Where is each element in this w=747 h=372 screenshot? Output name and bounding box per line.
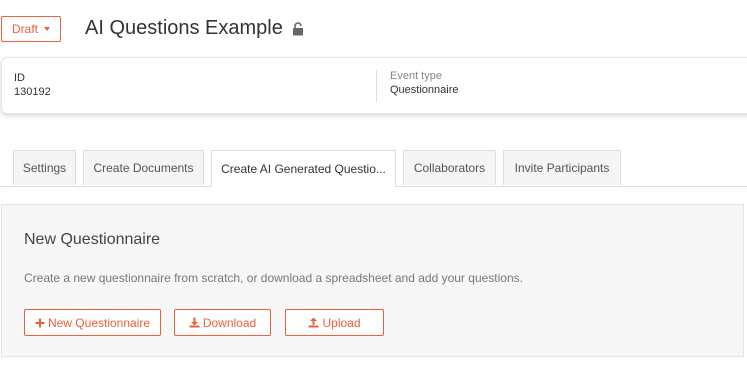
tab-create-documents[interactable]: Create Documents bbox=[83, 150, 204, 185]
tab-settings[interactable]: Settings bbox=[13, 150, 76, 185]
tab-collaborators[interactable]: Collaborators bbox=[403, 150, 496, 185]
caret-down-icon bbox=[44, 27, 50, 31]
tab-invite-participants[interactable]: Invite Participants bbox=[503, 150, 621, 185]
status-label: Draft bbox=[11, 22, 38, 36]
upload-button[interactable]: Upload bbox=[285, 309, 384, 336]
plus-icon bbox=[35, 318, 45, 327]
download-label: Download bbox=[202, 315, 257, 330]
event-id-field: ID 130192 bbox=[14, 72, 51, 99]
new-questionnaire-panel: New Questionnaire Create a new questionn… bbox=[1, 204, 744, 357]
page-header: Draft AI Questions Example bbox=[0, 14, 747, 44]
upload-icon bbox=[308, 317, 319, 328]
event-type-label: Event type bbox=[390, 70, 442, 82]
page-title-text: AI Questions Example bbox=[85, 17, 283, 39]
event-id-value: 130192 bbox=[14, 86, 51, 98]
lock-icon bbox=[292, 21, 303, 35]
panel-description: Create a new questionnaire from scratch,… bbox=[24, 271, 523, 285]
upload-label: Upload bbox=[322, 315, 361, 330]
event-type-value: Questionnaire bbox=[390, 84, 459, 96]
tab-bar: Settings Create Documents Create AI Gene… bbox=[0, 150, 747, 187]
panel-title: New Questionnaire bbox=[24, 231, 161, 248]
event-type-field: Event type Questionnaire bbox=[376, 70, 459, 102]
page-title: AI Questions Example bbox=[85, 17, 304, 40]
event-info-card: ID 130192 Event type Questionnaire bbox=[1, 57, 747, 114]
tab-create-ai-generated-questions[interactable]: Create AI Generated Questio... bbox=[211, 150, 396, 187]
new-questionnaire-button[interactable]: New Questionnaire bbox=[24, 309, 161, 336]
download-button[interactable]: Download bbox=[174, 309, 271, 336]
new-questionnaire-label: New Questionnaire bbox=[47, 315, 151, 330]
event-id-label: ID bbox=[14, 72, 25, 84]
status-dropdown[interactable]: Draft bbox=[1, 16, 61, 42]
download-icon bbox=[189, 317, 200, 328]
